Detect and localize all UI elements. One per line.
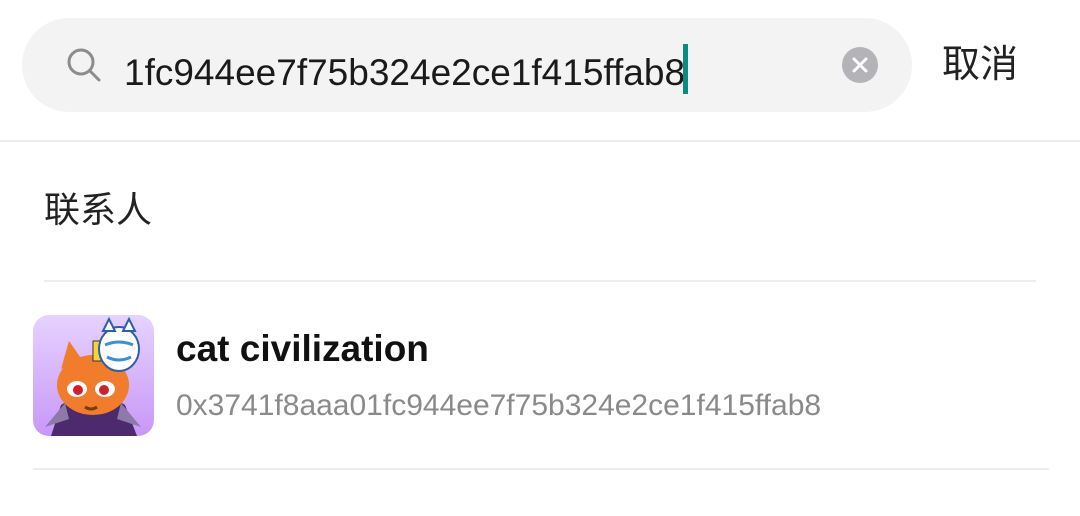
- section-title-contacts: 联系人: [44, 189, 153, 230]
- contact-name: cat civilization: [176, 328, 429, 369]
- search-icon: [66, 47, 102, 83]
- contact-list-item[interactable]: cat civilization 0x3741f8aaa01fc944ee7f7…: [0, 300, 1080, 468]
- clear-button[interactable]: [842, 47, 878, 83]
- avatar: [33, 315, 154, 436]
- search-bar[interactable]: 1fc944ee7f75b324e2ce1f415ffab8: [22, 18, 912, 112]
- cat-avatar-icon: [45, 316, 141, 436]
- search-query-text: 1fc944ee7f75b324e2ce1f415ffab8: [124, 52, 686, 93]
- search-input[interactable]: 1fc944ee7f75b324e2ce1f415ffab8: [124, 44, 689, 95]
- list-divider: [33, 468, 1049, 470]
- cancel-button[interactable]: 取消: [942, 40, 1018, 90]
- text-caret: [683, 44, 689, 94]
- contact-address: 0x3741f8aaa01fc944ee7f75b324e2ce1f415ffa…: [176, 389, 822, 422]
- clear-icon: [852, 57, 868, 73]
- section-divider: [44, 280, 1036, 282]
- header-divider: [0, 140, 1080, 142]
